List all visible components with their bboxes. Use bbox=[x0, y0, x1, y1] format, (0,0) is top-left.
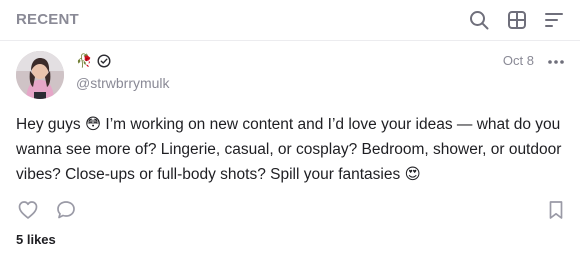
comment-bubble-icon[interactable] bbox=[55, 199, 77, 221]
post-text-line: wanna see more of? Lingerie, casual, or … bbox=[16, 141, 562, 158]
author-badges: 🥀 bbox=[76, 53, 111, 69]
bookmark-icon[interactable] bbox=[545, 199, 567, 221]
avatar[interactable] bbox=[16, 51, 64, 99]
post-text: Hey guys 😳 I’m working on new content an… bbox=[16, 112, 564, 187]
post-card: 🥀 @strwbrrymulk Oct 8 Hey guys 😳 I’m wor… bbox=[0, 41, 580, 258]
like-heart-icon[interactable] bbox=[17, 199, 39, 221]
feed-header: RECENT bbox=[0, 0, 580, 40]
verified-badge-icon bbox=[97, 54, 111, 68]
rose-emoji: 🥀 bbox=[76, 53, 93, 68]
post-text-line: vibes? Close-ups or full-body shots? Spi… bbox=[16, 166, 421, 183]
search-icon[interactable] bbox=[468, 9, 490, 31]
likes-count[interactable]: 5 likes bbox=[16, 232, 56, 247]
grid-view-icon[interactable] bbox=[506, 9, 528, 31]
more-options-icon[interactable] bbox=[546, 53, 566, 69]
section-title: RECENT bbox=[16, 11, 79, 28]
post-date: Oct 8 bbox=[502, 53, 534, 68]
filter-icon[interactable] bbox=[543, 9, 565, 31]
post-text-line: Hey guys 😳 I’m working on new content an… bbox=[16, 116, 561, 133]
author-handle[interactable]: @strwbrrymulk bbox=[76, 75, 170, 91]
